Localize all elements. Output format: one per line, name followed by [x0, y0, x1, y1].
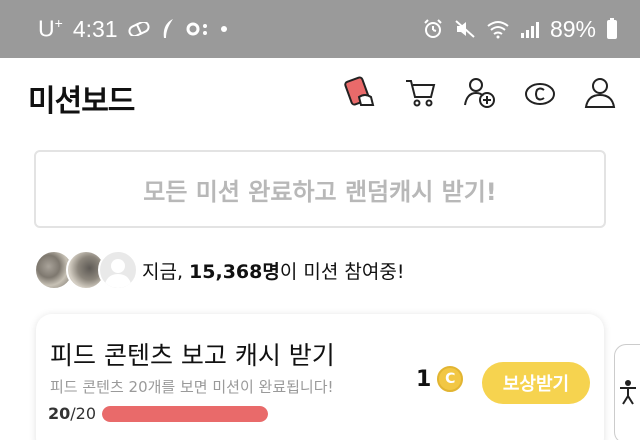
dot-icon [220, 25, 228, 33]
status-left: U+ 4:31 [38, 15, 228, 43]
battery-icon [606, 18, 618, 40]
status-right: 89% [422, 16, 618, 43]
add-friend-icon[interactable] [462, 74, 498, 110]
page-title: 미션보드 [28, 84, 135, 119]
wifi-icon [486, 19, 510, 39]
signal-icon [520, 20, 540, 38]
mission-title: 피드 콘텐츠 보고 캐시 받기 [50, 341, 335, 370]
content: 모든 미션 완료하고 랜덤캐시 받기! 지금, 15,368명이 미션 참여중!… [0, 130, 640, 440]
mission-description: 피드 콘텐츠 20개를 보면 미션이 완료됩니다! [50, 378, 334, 396]
alarm-icon [422, 18, 444, 40]
banner-text: 모든 미션 완료하고 랜덤캐시 받기! [143, 177, 497, 206]
reward: 1 C [416, 366, 464, 392]
mute-icon [454, 18, 476, 40]
profile-icon[interactable] [582, 74, 618, 110]
feather-icon [160, 18, 176, 40]
mission-card[interactable]: 피드 콘텐츠 보고 캐시 받기 피드 콘텐츠 20개를 보면 미션이 완료됩니다… [36, 314, 604, 440]
battery-percent: 89% [549, 15, 596, 42]
progress-bar [102, 405, 269, 422]
mission-card-icon[interactable] [342, 74, 378, 110]
cash-icon[interactable] [522, 74, 558, 110]
accessibility-icon [618, 379, 638, 409]
participants-suffix: 이 미션 참여중! [279, 260, 405, 283]
participants-row: 지금, 15,368명이 미션 참여중! [34, 250, 404, 290]
pill-icon [128, 22, 150, 36]
app-header: 미션보드 [0, 58, 640, 130]
claim-reward-button[interactable]: 보상받기 [482, 362, 590, 404]
mission-progress: 20/20 [48, 404, 269, 423]
progress-count: 20/20 [48, 404, 96, 423]
notification-dots-icon [186, 22, 210, 36]
all-missions-banner[interactable]: 모든 미션 완료하고 랜덤캐시 받기! [34, 150, 606, 228]
status-time: 4:31 [72, 15, 118, 42]
participant-avatars [34, 250, 138, 290]
status-bar: U+ 4:31 89% [0, 0, 640, 58]
accessibility-button[interactable] [614, 344, 640, 440]
coin-icon: C [437, 366, 464, 392]
carrier-name: U [38, 15, 55, 42]
carrier-label: U+ [38, 15, 63, 43]
header-icons [342, 74, 618, 110]
cart-icon[interactable] [402, 74, 438, 110]
carrier-plus: + [54, 15, 63, 32]
participants-text: 지금, 15,368명이 미션 참여중! [142, 257, 404, 284]
participants-count: 15,368명 [189, 260, 280, 283]
progress-current: 20 [48, 404, 71, 423]
reward-amount: 1 [416, 366, 432, 392]
participants-prefix: 지금, [142, 260, 183, 283]
progress-fill [102, 405, 269, 422]
progress-total: /20 [70, 404, 97, 423]
avatar [98, 250, 138, 290]
